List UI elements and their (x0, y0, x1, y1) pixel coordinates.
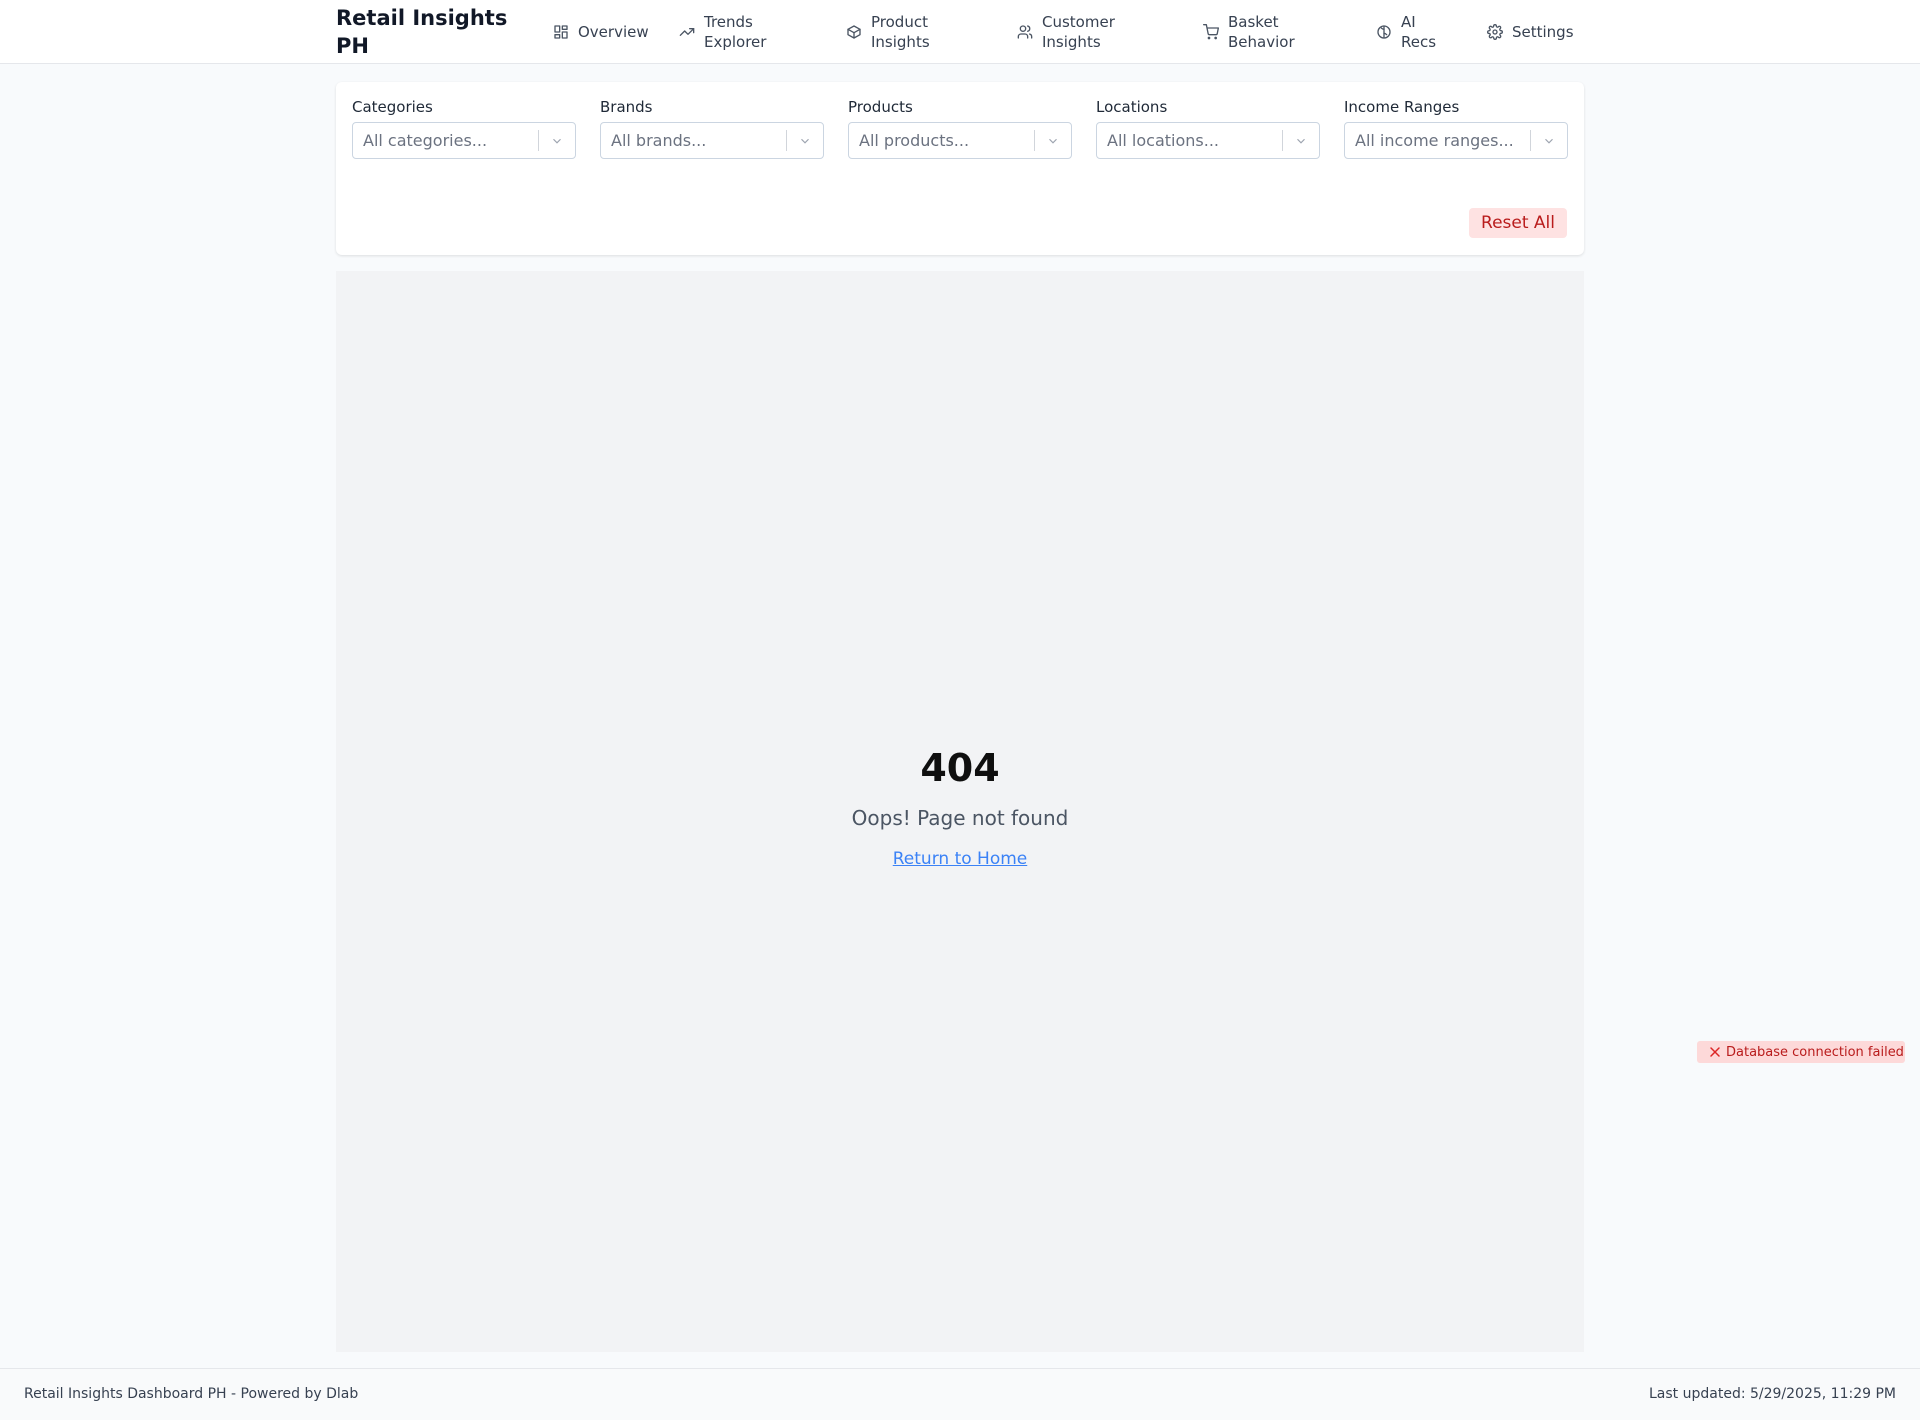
nav-label-product-insights: Product Insights (871, 13, 930, 51)
nav-label-ai-recs: AI Recs (1401, 13, 1437, 51)
categories-select[interactable]: All categories... (352, 122, 576, 159)
chevron-down-icon[interactable] (1035, 134, 1071, 148)
filter-label-products: Products (848, 98, 913, 116)
package-icon (847, 25, 861, 39)
filter-panel: Categories All categories... Brands All … (336, 82, 1584, 255)
nav-label-trends-explorer: Trends Explorer (704, 13, 767, 51)
nav-item-product-insights[interactable]: Product Insights (846, 10, 946, 54)
footer: Retail Insights Dashboard PH - Powered b… (0, 1368, 1920, 1420)
footer-credit: Retail Insights Dashboard PH - Powered b… (24, 1386, 359, 1402)
dashboard-icon (554, 25, 568, 39)
error-toast: Database connection failed (1697, 1041, 1905, 1063)
filter-products: Products All products... (848, 97, 1072, 159)
chevron-down-icon[interactable] (539, 134, 575, 148)
filter-income-ranges: Income Ranges All income ranges... (1344, 97, 1568, 159)
income-ranges-select[interactable]: All income ranges... (1344, 122, 1568, 159)
filter-label-brands: Brands (600, 98, 653, 116)
nav-label-settings: Settings (1512, 23, 1574, 41)
locations-placeholder: All locations... (1107, 131, 1219, 150)
brands-select[interactable]: All brands... (600, 122, 824, 159)
locations-select[interactable]: All locations... (1096, 122, 1320, 159)
filter-categories: Categories All categories... (352, 97, 576, 159)
return-home-link[interactable]: Return to Home (893, 849, 1028, 869)
nav-label-overview: Overview (578, 23, 649, 41)
trending-up-icon (679, 27, 695, 36)
filter-label-locations: Locations (1096, 98, 1168, 116)
brands-placeholder: All brands... (611, 131, 707, 150)
error-message: Oops! Page not found (851, 806, 1069, 830)
filter-label-categories: Categories (352, 98, 433, 116)
income-ranges-placeholder: All income ranges... (1355, 131, 1514, 150)
nav-item-customer-insights[interactable]: Customer Insights (1017, 10, 1122, 54)
nav-label-basket-behavior: Basket Behavior (1228, 13, 1295, 51)
products-select[interactable]: All products... (848, 122, 1072, 159)
top-navbar: Retail Insights PH Overview Trends Explo… (0, 0, 1920, 64)
main-content: 404 Oops! Page not found Return to Home (336, 271, 1584, 1352)
nav-item-trends-explorer[interactable]: Trends Explorer (679, 10, 779, 54)
gear-icon (1487, 24, 1503, 40)
reset-all-button[interactable]: Reset All (1469, 208, 1567, 238)
toast-message: Database connection failed (1726, 1044, 1904, 1060)
error-code: 404 (920, 746, 1000, 790)
users-icon (1017, 25, 1033, 39)
filter-brands: Brands All brands... (600, 97, 824, 159)
chevron-down-icon[interactable] (1531, 134, 1567, 148)
nav-item-basket-behavior[interactable]: Basket Behavior (1203, 10, 1298, 54)
filter-label-income-ranges: Income Ranges (1344, 98, 1460, 116)
brand-title[interactable]: Retail Insights PH (336, 4, 516, 60)
products-placeholder: All products... (859, 131, 970, 150)
return-home-wrapper: Return to Home (336, 849, 1584, 869)
nav-item-ai-recs[interactable]: AI Recs (1376, 10, 1436, 54)
nav-label-customer-insights: Customer Insights (1042, 13, 1115, 51)
last-updated: Last updated: 5/29/2025, 11:29 PM (1649, 1386, 1896, 1402)
chevron-down-icon[interactable] (787, 134, 823, 148)
categories-placeholder: All categories... (363, 131, 488, 150)
close-x-icon (1710, 1047, 1720, 1057)
nav-item-settings[interactable]: Settings (1487, 10, 1574, 54)
shopping-cart-icon (1203, 24, 1219, 40)
chevron-down-icon[interactable] (1283, 134, 1319, 148)
nav-item-overview[interactable]: Overview (553, 10, 649, 54)
brain-icon (1377, 25, 1391, 39)
filter-locations: Locations All locations... (1096, 97, 1320, 159)
